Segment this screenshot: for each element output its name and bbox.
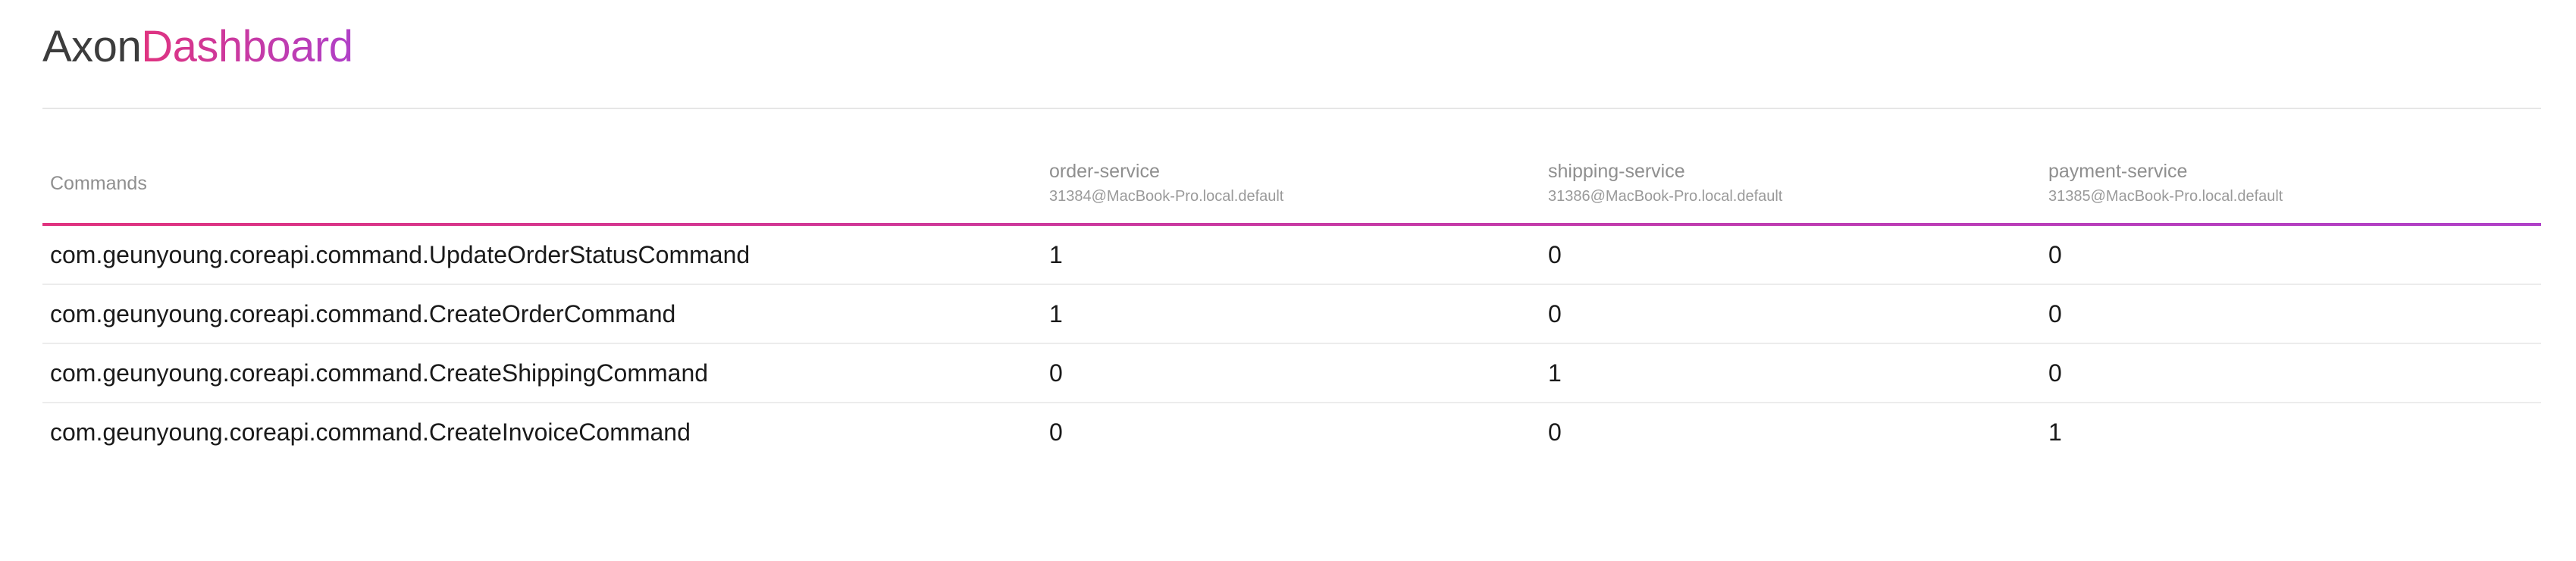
commands-table-container: Commands order-service 31384@MacBook-Pro… xyxy=(42,144,2541,461)
header-divider xyxy=(42,108,2541,109)
count-cell-shipping-service: 0 xyxy=(1548,418,1562,446)
dashboard-page: AxonDashboard Commands order-service 313… xyxy=(0,0,2576,561)
count-cell-order-service: 1 xyxy=(1042,284,1540,344)
table-row: com.geunyoung.coreapi.command.CreateShip… xyxy=(42,343,2541,403)
command-name-cell: com.geunyoung.coreapi.command.CreateInvo… xyxy=(50,418,691,446)
table-header: Commands order-service 31384@MacBook-Pro… xyxy=(42,144,2541,226)
commands-table: Commands order-service 31384@MacBook-Pro… xyxy=(42,144,2541,461)
command-name-cell: com.geunyoung.coreapi.command.UpdateOrde… xyxy=(42,226,1042,285)
table-row: com.geunyoung.coreapi.command.CreateOrde… xyxy=(42,284,2541,344)
service-name: order-service xyxy=(1049,161,1160,182)
service-instance-id: 31385@MacBook-Pro.local.default xyxy=(2048,188,2283,205)
table-row: com.geunyoung.coreapi.command.UpdateOrde… xyxy=(42,226,2541,285)
column-header-commands: Commands xyxy=(42,144,1042,223)
column-header-order-service: order-service 31384@MacBook-Pro.local.de… xyxy=(1042,144,1540,223)
service-instance-id: 31386@MacBook-Pro.local.default xyxy=(1548,188,1783,205)
service-instance-id: 31384@MacBook-Pro.local.default xyxy=(1049,188,1284,205)
column-header-shipping-service: shipping-service 31386@MacBook-Pro.local… xyxy=(1540,144,2041,223)
commands-header-label: Commands xyxy=(50,172,147,194)
count-cell-order-service: 0 xyxy=(1049,418,1063,446)
count-cell-shipping-service: 0 xyxy=(1540,284,2041,344)
count-cell-shipping-service: 1 xyxy=(1540,343,2041,403)
count-cell-shipping-service: 0 xyxy=(1540,226,2041,285)
table-row: com.geunyoung.coreapi.command.CreateInvo… xyxy=(42,403,2541,461)
count-cell-order-service: 1 xyxy=(1042,226,1540,285)
command-name-cell: com.geunyoung.coreapi.command.CreateShip… xyxy=(42,343,1042,403)
count-cell-order-service: 0 xyxy=(1042,343,1540,403)
column-header-payment-service: payment-service 31385@MacBook-Pro.local.… xyxy=(2041,144,2541,223)
table-body: com.geunyoung.coreapi.command.UpdateOrde… xyxy=(42,226,2541,461)
count-cell-payment-service: 0 xyxy=(2041,284,2541,344)
service-name: shipping-service xyxy=(1548,161,1685,182)
count-cell-payment-service: 1 xyxy=(2048,418,2062,446)
command-name-cell: com.geunyoung.coreapi.command.CreateOrde… xyxy=(42,284,1042,344)
app-logo[interactable]: AxonDashboard xyxy=(42,23,353,71)
logo-text-axon: Axon xyxy=(42,22,142,71)
table-header-row: Commands order-service 31384@MacBook-Pro… xyxy=(42,144,2541,223)
logo-text-dashboard: Dashboard xyxy=(141,22,353,71)
count-cell-payment-service: 0 xyxy=(2041,343,2541,403)
count-cell-payment-service: 0 xyxy=(2041,226,2541,285)
service-name: payment-service xyxy=(2048,161,2188,182)
